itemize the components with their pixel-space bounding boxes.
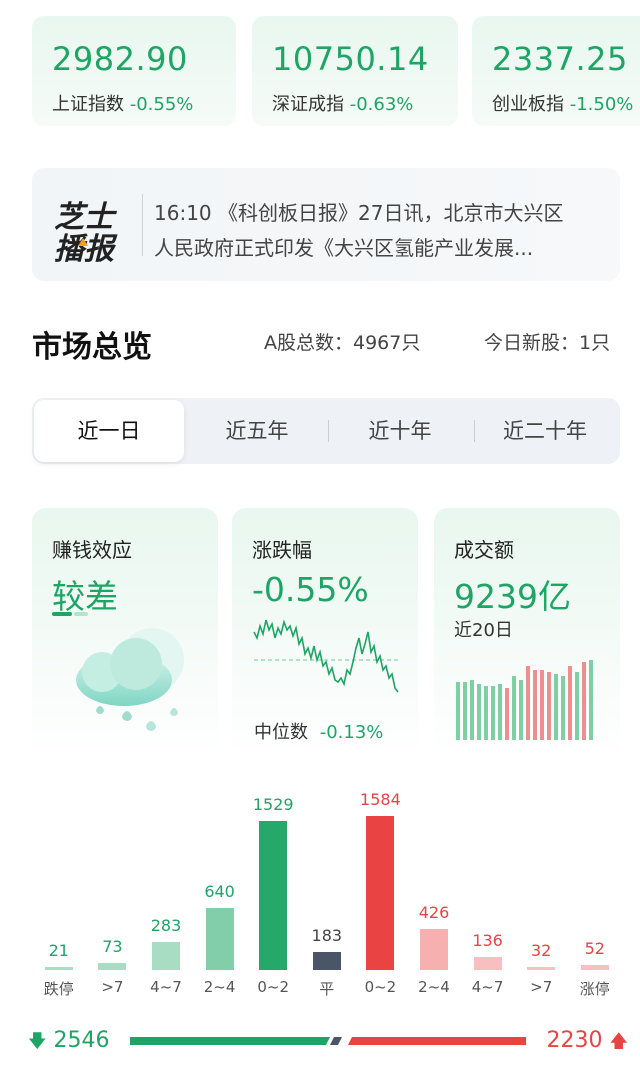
distribution-bar [44,967,73,970]
tab-10year[interactable]: 近十年 [332,398,468,464]
distribution-bar [420,928,448,970]
card-title: 涨跌幅 [252,538,312,562]
distribution-value-label: 183 [311,926,343,946]
distribution-bar [205,907,234,970]
news-text: 16:10 《科创板日报》27日讯，北京市大兴区 人民政府正式印发《大兴区氢能产… [154,201,564,260]
distribution-value-label: 73 [102,936,123,956]
rain-cloud-icon [76,628,184,731]
tab-20year[interactable]: 近二十年 [480,398,610,464]
tab-divider [474,420,475,442]
section-title: 市场总览 [32,330,152,365]
distribution-category-label: >7 [101,978,124,996]
turnover-value: 9239亿 [454,577,571,616]
index-label: 上证指数 -0.55% [52,94,194,115]
distribution-category-label: 0~2 [364,978,397,996]
turnover-card[interactable]: 成交额 9239亿 近20日 [434,508,620,758]
index-card-sh[interactable]: 2982.90 上证指数 -0.55% [32,16,236,126]
tab-1day[interactable]: 近一日 [34,400,184,462]
distribution-value-label: 21 [48,941,69,960]
distribution-category-label: 平 [319,980,335,998]
index-card-sz[interactable]: 10750.14 深证成指 -0.63% [252,16,458,126]
distribution-category-label: >7 [530,978,553,996]
decliners-count: 🡇 2546 [28,1028,110,1053]
distribution-bar [98,962,127,970]
distribution-value-label: 426 [418,902,450,922]
distribution-bar [366,816,395,970]
distribution-value-label: 1584 [360,790,401,809]
news-logo: 芝士 播报 [54,200,114,267]
index-value: 2982.90 [52,40,188,78]
distribution-value-label: 52 [584,938,605,958]
distribution-bar [527,966,556,970]
distribution-category-label: 0~2 [257,978,290,996]
index-card-cyb[interactable]: 2337.25 创业板指 -1.50% [472,16,640,126]
distribution-category-label: 2~4 [203,978,236,996]
distribution-bar [473,956,502,970]
turnover-period: 近20日 [454,620,513,641]
balance-bar [130,1037,526,1045]
new-share-count: 今日新股：1只 [484,332,611,354]
distribution-value-label: 640 [204,881,235,901]
index-label: 深证成指 -0.63% [272,94,414,115]
sentiment-level-bar [52,612,88,616]
distribution-category-label: 跌停 [43,980,74,998]
distribution-value-label: 283 [150,916,182,936]
index-value: 10750.14 [272,40,429,78]
sentiment-value: 较差 [52,577,118,616]
turnover-bars [456,660,593,740]
sentiment-card[interactable]: 赚钱效应 较差 [32,508,218,758]
news-banner[interactable]: 芝士 播报 16:10 《科创板日报》27日讯，北京市大兴区 人民政府正式印发《… [32,168,620,281]
card-title: 赚钱效应 [52,538,132,562]
change-value: -0.55% [252,570,369,609]
index-label: 创业板指 -1.50% [492,94,634,115]
distribution-category-label: 2~4 [418,978,450,996]
a-share-count: A股总数：4967只 [264,332,421,354]
distribution-bar [259,821,288,970]
advancers-count: 2230 🡅 [546,1028,628,1053]
distribution-value-label: 1529 [252,795,294,815]
tab-5year[interactable]: 近五年 [192,398,322,464]
distribution-category-label: 4~7 [150,978,182,996]
news-divider [142,194,143,256]
change-distribution-chart: 21 跌停 73 >7 283 4~7 640 2~4 1529 0~2 183 平 1584 0~2 42… [32,770,628,1000]
card-title: 成交额 [454,538,514,562]
distribution-bar [152,942,180,970]
index-value: 2337.25 [492,40,628,78]
distribution-value-label: 136 [472,930,503,950]
distribution-value-label: 32 [531,940,552,960]
distribution-bar [312,952,341,970]
median-stat: 中位数 -0.13% [254,722,384,743]
advance-decline-bar: 🡇 2546 2230 🡅 [28,1022,628,1062]
distribution-category-label: 4~7 [471,978,504,996]
tab-divider [328,420,329,442]
distribution-bar [580,964,609,970]
distribution-category-label: 涨停 [579,980,610,998]
change-card[interactable]: 涨跌幅 -0.55% 中位数 -0.13% [232,508,418,758]
period-tabs: 近一日 近五年 近十年 近二十年 [32,398,620,464]
intraday-sparkline [253,619,400,693]
